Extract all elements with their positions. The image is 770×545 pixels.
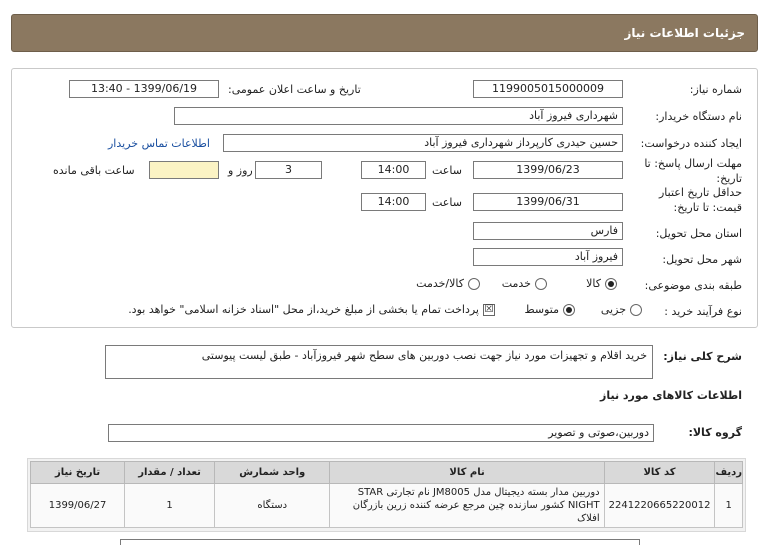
radio-selected-icon bbox=[605, 277, 617, 290]
requester-field[interactable]: حسین حیدری کارپرداز شهرداری فیروز آباد bbox=[223, 134, 623, 152]
col-unit: واحد شمارش bbox=[214, 461, 331, 484]
city-field[interactable]: فیروز آباد bbox=[473, 248, 623, 266]
radio-empty-icon bbox=[468, 277, 480, 290]
summary-field[interactable]: خرید اقلام و تجهیزات مورد نیاز جهت نصب د… bbox=[105, 345, 653, 379]
validity-time-label: ساعت bbox=[432, 196, 462, 209]
process-option-medium[interactable]: متوسط bbox=[524, 303, 575, 316]
col-name: نام کالا bbox=[329, 461, 605, 484]
row-index: 1 bbox=[714, 483, 743, 528]
category-option-goods[interactable]: کالا bbox=[586, 277, 617, 290]
goods-table-header: ردیف کد کالا نام کالا واحد شمارش تعداد /… bbox=[29, 461, 743, 484]
goods-table: ردیف کد کالا نام کالا واحد شمارش تعداد /… bbox=[29, 461, 743, 528]
row-date: 1399/06/27 bbox=[29, 483, 126, 528]
need-number-label: شماره نیاز: bbox=[689, 83, 742, 96]
province-field[interactable]: فارس bbox=[473, 222, 623, 240]
row-name: دوربین مدار بسته دیجیتال مدل JM8005 نام … bbox=[329, 483, 605, 528]
process-option-minor[interactable]: جزیی bbox=[601, 303, 642, 316]
reply-deadline-label-2: تاریخ: bbox=[716, 172, 742, 185]
reply-time-label: ساعت bbox=[432, 164, 462, 177]
radio-selected-icon bbox=[563, 303, 575, 316]
remaining-label: ساعت باقی مانده bbox=[53, 164, 135, 177]
checkbox-unchecked-icon: ☒ bbox=[483, 303, 495, 316]
goods-section-title: اطلاعات کالاهای مورد نیاز bbox=[600, 389, 742, 402]
validity-date-field[interactable]: 1399/06/31 bbox=[473, 193, 623, 211]
buyer-contact-link[interactable]: اطلاعات تماس خریدار bbox=[108, 137, 210, 150]
province-label: استان محل تحویل: bbox=[655, 227, 742, 240]
radio-empty-icon bbox=[630, 303, 642, 316]
category-option-service[interactable]: خدمت bbox=[502, 277, 547, 290]
buyer-org-field[interactable]: شهرداری فیروز آباد bbox=[174, 107, 623, 125]
days-label: روز و bbox=[228, 164, 253, 177]
validity-label-2: قیمت: تا تاریخ: bbox=[673, 201, 742, 214]
reply-deadline-label: مهلت ارسال پاسخ: تا bbox=[644, 157, 742, 170]
table-row[interactable]: 1 2241220665220012 دوربین مدار بسته دیجی… bbox=[29, 483, 743, 528]
need-number-field[interactable]: 1199005015000009 bbox=[473, 80, 623, 98]
category-option-goods-service[interactable]: کالا/خدمت bbox=[416, 277, 480, 290]
category-label: طبقه بندی موضوعی: bbox=[644, 279, 742, 292]
city-label: شهر محل تحویل: bbox=[662, 253, 742, 266]
col-code: کد کالا bbox=[603, 461, 716, 484]
row-qty: 1 bbox=[124, 483, 216, 528]
announce-field[interactable]: 1399/06/19 - 13:40 bbox=[69, 80, 219, 98]
remaining-time-field[interactable] bbox=[149, 161, 219, 179]
row-code: 2241220665220012 bbox=[603, 483, 716, 528]
validity-time-field[interactable]: 14:00 bbox=[361, 193, 426, 211]
treasury-payment-checkbox[interactable]: ☒ پرداخت تمام یا بخشی از مبلغ خرید،از مح… bbox=[128, 303, 495, 316]
reply-date-field[interactable]: 1399/06/23 bbox=[473, 161, 623, 179]
col-qty: تعداد / مقدار bbox=[124, 461, 216, 484]
process-label: نوع فرآیند خرید : bbox=[664, 305, 742, 318]
summary-label: شرح کلی نیاز: bbox=[663, 350, 742, 363]
page-title: جزئیات اطلاعات نیاز bbox=[624, 26, 745, 40]
next-section-box bbox=[120, 539, 640, 545]
days-field[interactable]: 3 bbox=[255, 161, 322, 179]
radio-empty-icon bbox=[535, 277, 547, 290]
col-index: ردیف bbox=[714, 461, 743, 484]
requester-label: ایجاد کننده درخواست: bbox=[640, 137, 742, 150]
treasury-payment-note: پرداخت تمام یا بخشی از مبلغ خرید،از محل … bbox=[128, 303, 479, 316]
reply-time-field[interactable]: 14:00 bbox=[361, 161, 426, 179]
buyer-org-label: نام دستگاه خریدار: bbox=[655, 110, 742, 123]
page-header: جزئیات اطلاعات نیاز bbox=[11, 14, 758, 52]
validity-label-1: حداقل تاریخ اعتبار bbox=[658, 186, 742, 199]
goods-group-label: گروه کالا: bbox=[688, 426, 742, 439]
announce-label: تاریخ و ساعت اعلان عمومی: bbox=[228, 83, 361, 96]
row-unit: دستگاه bbox=[214, 483, 331, 528]
goods-group-field[interactable]: دوربین،صوتی و تصویر bbox=[108, 424, 654, 442]
col-date: تاریخ نیاز bbox=[29, 461, 126, 484]
